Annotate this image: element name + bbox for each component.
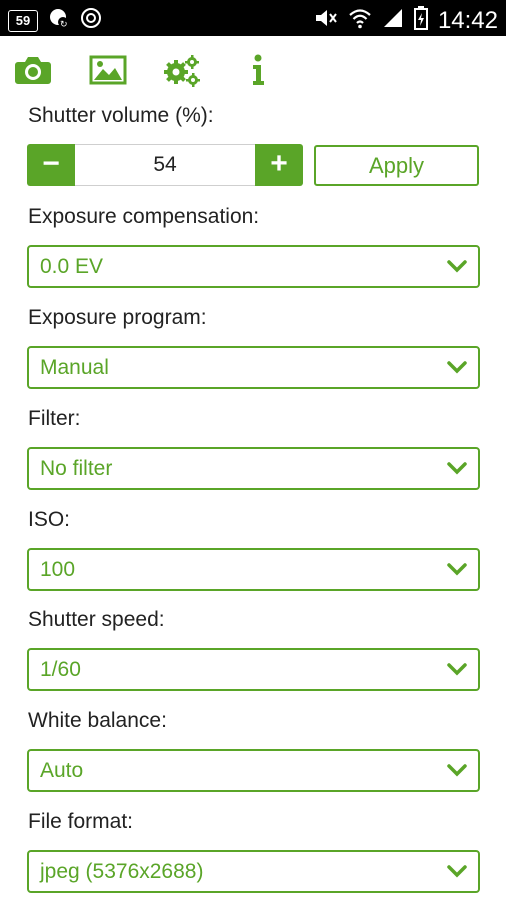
gallery-icon	[89, 55, 127, 85]
white-balance-select[interactable]: Auto	[27, 749, 480, 792]
tab-camera[interactable]	[13, 50, 53, 90]
filter-label: Filter:	[28, 407, 81, 430]
iso-label: ISO:	[28, 508, 71, 531]
filter-select[interactable]: No filter	[27, 447, 480, 490]
select-value: 0.0 EV	[40, 255, 104, 278]
shutter-speed-label: Shutter speed:	[28, 608, 165, 631]
select-value: 100	[40, 558, 76, 581]
battery-icon	[413, 6, 428, 35]
exposure-program-label: Exposure program:	[28, 306, 207, 329]
svg-text:↻: ↻	[60, 19, 68, 29]
shutter-volume-stepper: − 54 +	[27, 144, 303, 186]
settings-icon	[164, 55, 200, 87]
shutter-volume-value[interactable]: 54	[75, 144, 255, 186]
clock: 14:42	[437, 6, 498, 34]
tab-settings[interactable]	[162, 50, 202, 90]
select-value: 1/60	[40, 658, 81, 681]
chevron-down-icon	[447, 865, 467, 878]
tab-bar	[0, 50, 506, 90]
status-left: 59 ↻	[8, 7, 102, 34]
info-icon	[253, 54, 264, 85]
exposure-compensation-label: Exposure compensation:	[28, 205, 260, 228]
select-value: Manual	[40, 356, 109, 379]
iso-select[interactable]: 100	[27, 548, 480, 591]
sync-icon	[80, 7, 102, 34]
file-format-select[interactable]: jpeg (5376x2688)	[27, 850, 480, 893]
chevron-down-icon	[447, 260, 467, 273]
chevron-down-icon	[447, 563, 467, 576]
select-value: jpeg (5376x2688)	[40, 860, 204, 883]
exposure-program-select[interactable]: Manual	[27, 346, 480, 389]
chevron-down-icon	[447, 764, 467, 777]
white-balance-label: White balance:	[28, 709, 167, 732]
mute-icon	[314, 7, 338, 34]
chat-notification-icon: ↻	[48, 7, 70, 34]
notification-count-badge: 59	[8, 9, 38, 32]
select-value: Auto	[40, 759, 84, 782]
chevron-down-icon	[447, 361, 467, 374]
signal-icon	[382, 7, 404, 34]
exposure-compensation-select[interactable]: 0.0 EV	[27, 245, 480, 288]
chevron-down-icon	[447, 462, 467, 475]
tab-gallery[interactable]	[88, 50, 128, 90]
tab-info[interactable]	[238, 50, 278, 90]
decrease-button[interactable]: −	[27, 144, 75, 186]
status-bar: 59 ↻ 14:42	[0, 0, 506, 36]
increase-button[interactable]: +	[255, 144, 303, 186]
apply-button[interactable]: Apply	[314, 145, 479, 186]
wifi-icon	[348, 7, 372, 34]
camera-icon	[15, 57, 51, 84]
chevron-down-icon	[447, 663, 467, 676]
status-right: 14:42	[314, 6, 498, 35]
shutter-volume-label: Shutter volume (%):	[28, 104, 214, 127]
shutter-speed-select[interactable]: 1/60	[27, 648, 480, 691]
file-format-label: File format:	[28, 810, 134, 833]
select-value: No filter	[40, 457, 113, 480]
